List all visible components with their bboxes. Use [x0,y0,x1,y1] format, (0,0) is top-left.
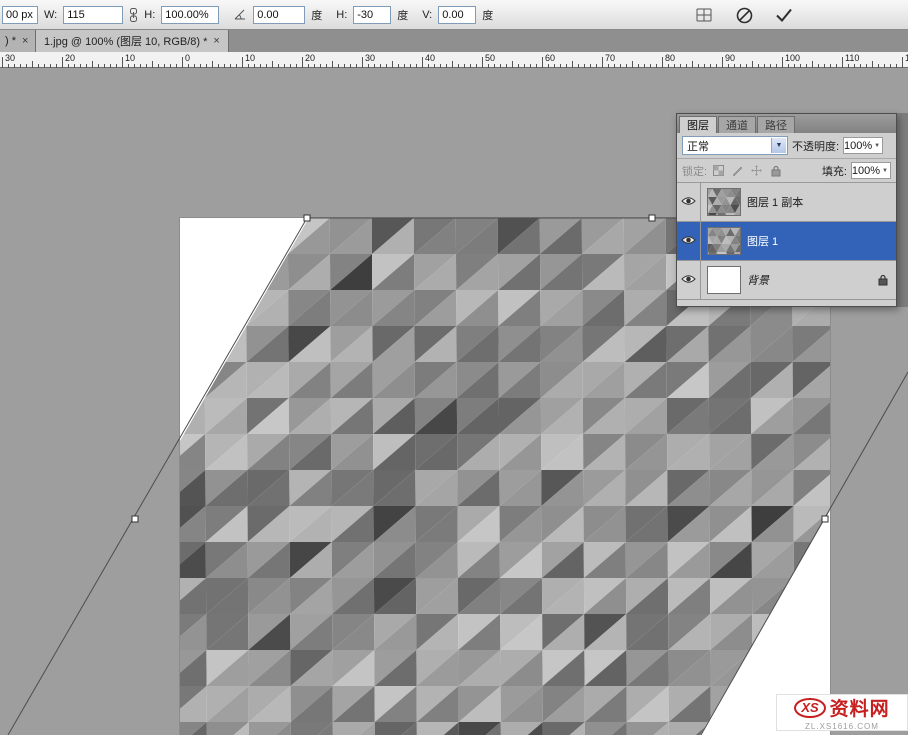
layer-name[interactable]: 图层 1 [747,233,778,249]
h-skew-field[interactable] [353,6,391,24]
ruler-label: 0 [185,53,190,63]
commit-transform-icon[interactable] [772,3,796,27]
layer-row-background[interactable]: 背景 [677,261,896,300]
ruler-ticks [0,52,908,68]
layer-thumbnail[interactable] [707,188,741,216]
v-skew-field[interactable] [438,6,476,24]
document-tab-bar: ) * × 1.jpg @ 100% (图层 10, RGB/8) * × [0,30,908,52]
photoshop-window: { "options_bar": { "x_value": "00 px", "… [0,0,908,735]
handle-middle-left[interactable] [132,516,138,522]
width-field[interactable] [63,6,123,24]
h-skew-degree-label: 度 [397,7,408,23]
x-position-field[interactable] [2,6,38,24]
ruler-label: 50 [485,53,495,63]
tab-document-partial[interactable]: ) * × [0,30,36,52]
layer-name[interactable]: 图层 1 副本 [747,194,803,210]
ruler-label: 40 [425,53,435,63]
tab-layers[interactable]: 图层 [679,116,717,133]
ruler-label: 30 [5,53,15,63]
tab-channels[interactable]: 通道 [718,116,756,133]
ruler-label: 60 [545,53,555,63]
ruler-label: 20 [305,53,315,63]
layer-thumbnail[interactable] [707,227,741,255]
horizontal-ruler: 30201001020304050607080901001101 [0,52,908,68]
visibility-toggle[interactable] [677,183,701,221]
blend-mode-row: 正常 ▼ 不透明度: 100% ▼ [677,133,896,159]
tab-partial-label: ) * [5,35,16,47]
ruler-label: 100 [785,53,800,63]
opacity-label: 不透明度: [792,138,839,154]
h-skew-label: H: [336,9,347,21]
watermark-subtitle: ZL.XS1616.COM [805,722,879,731]
watermark-logo: XS [794,698,825,718]
opacity-value: 100% [844,140,872,152]
height-label: H: [144,9,155,21]
rotate-degree-label: 度 [311,7,322,23]
transform-options-bar: W: H: 度 H: 度 V: 度 [0,0,908,30]
lock-label: 锁定: [682,163,707,179]
eye-icon [681,274,696,287]
layers-panel: 图层 通道 路径 正常 ▼ 不透明度: 100% ▼ 锁定: 填充: 100 [676,113,897,307]
lock-image-pixels-icon[interactable] [730,163,745,178]
lock-all-icon[interactable] [768,163,783,178]
tab-active-label: 1.jpg @ 100% (图层 10, RGB/8) * [44,33,207,49]
slider-arrow-icon: ▼ [874,143,880,149]
transform-action-buttons [692,0,796,30]
fill-value: 100% [852,165,880,177]
v-skew-label: V: [422,9,432,21]
eye-icon [681,235,696,248]
ruler-label: 30 [365,53,375,63]
lock-position-icon[interactable] [749,163,764,178]
fill-label: 填充: [822,163,847,179]
rotate-angle-field[interactable] [253,6,305,24]
ruler-label: 10 [125,53,135,63]
layer-name[interactable]: 背景 [747,272,769,288]
ruler-label: 70 [605,53,615,63]
close-tab-icon[interactable]: × [22,36,28,47]
blend-mode-select[interactable]: 正常 ▼ [682,136,788,155]
watermark-title: 资料网 [830,694,890,721]
tab-document-active[interactable]: 1.jpg @ 100% (图层 10, RGB/8) * × [36,30,229,52]
ruler-label: 20 [65,53,75,63]
close-tab-icon[interactable]: × [213,36,219,47]
panel-dock-edge [897,113,908,307]
visibility-toggle[interactable] [677,261,701,299]
ruler-label: 90 [725,53,735,63]
height-field[interactable] [161,6,219,24]
tab-paths[interactable]: 路径 [757,116,795,133]
layer-row-copy[interactable]: 图层 1 副本 [677,183,896,222]
chevron-down-icon: ▼ [771,138,786,153]
rotate-angle-icon [233,8,247,21]
site-watermark: XS 资料网 ZL.XS1616.COM [776,694,908,731]
fill-input[interactable]: 100% ▼ [851,162,891,179]
lock-row: 锁定: 填充: 100% ▼ [677,159,896,183]
background-lock-icon [878,274,888,286]
layer-thumbnail-white[interactable] [707,266,741,294]
ruler-label: 10 [245,53,255,63]
ruler-label: 80 [665,53,675,63]
opacity-input[interactable]: 100% ▼ [843,137,883,154]
visibility-toggle[interactable] [677,222,701,260]
cancel-transform-icon[interactable] [732,3,756,27]
eye-icon [681,196,696,209]
warp-mode-icon[interactable] [692,3,716,27]
layers-panel-tabs: 图层 通道 路径 [677,114,896,133]
layer-row-selected[interactable]: 图层 1 [677,222,896,261]
slider-arrow-icon: ▼ [882,168,888,174]
link-dimensions-icon[interactable] [129,7,138,23]
v-skew-degree-label: 度 [482,7,493,23]
width-label: W: [44,9,57,21]
lock-transparent-pixels-icon[interactable] [711,163,726,178]
ruler-label: 110 [845,53,859,63]
blend-mode-value: 正常 [687,138,709,154]
